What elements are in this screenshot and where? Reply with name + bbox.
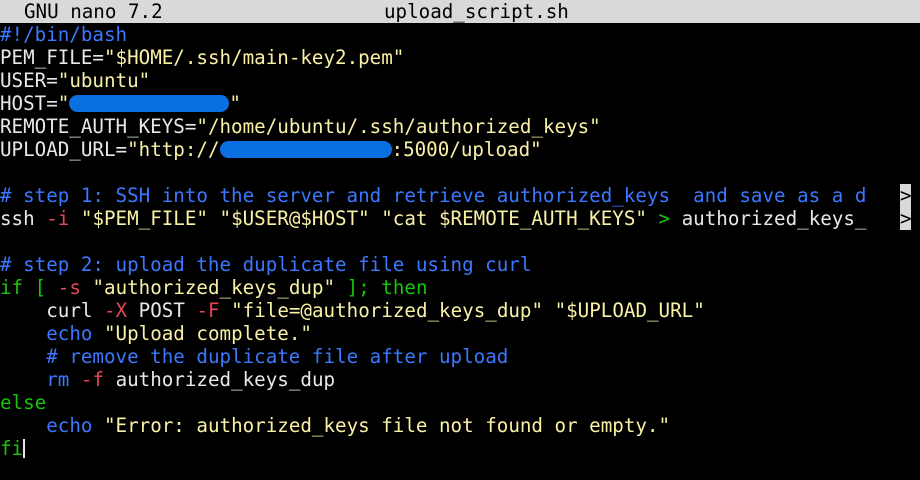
nano-title-bar: GNU nano 7.2 upload_script.sh	[0, 0, 920, 23]
code-line-12: if [ -s "authorized_keys_dup" ]; then	[0, 276, 920, 299]
text-cursor	[23, 439, 26, 458]
code-line-6: UPLOAD_URL="http:// :5000/upload"	[0, 138, 920, 161]
code-comment: # step 1: SSH into the server and retrie…	[0, 184, 867, 207]
code-line-18: echo "Error: authorized_keys file not fo…	[0, 414, 920, 437]
builtin-echo: echo	[46, 322, 93, 345]
command-args: "$PEM_FILE" "$USER@$HOST" "cat $REMOTE_A…	[80, 207, 647, 230]
editor-area[interactable]: #!/bin/bash PEM_FILE="$HOME/.ssh/main-ke…	[0, 23, 920, 480]
builtin-rm: rm	[46, 368, 70, 391]
code-line-13: curl -X POST -F "file=@authorized_keys_d…	[0, 299, 920, 322]
line-overflow-marker: >	[900, 207, 912, 230]
command: ssh	[0, 207, 35, 230]
code-line-4: HOST=" "	[0, 92, 920, 115]
string-value: :5000/upload"	[391, 138, 542, 161]
assign-op: =	[46, 92, 58, 115]
code-line-11: # step 2: upload the duplicate file usin…	[0, 253, 920, 276]
assign-op: =	[115, 138, 128, 161]
keyword-fi: fi	[0, 437, 24, 460]
var-name: UPLOAD_URL	[0, 138, 116, 161]
string-quote: "	[57, 92, 70, 115]
var-name: REMOTE_AUTH_KEYS	[0, 115, 185, 138]
assign-op: =	[184, 115, 197, 138]
code-line-2: PEM_FILE="$HOME/.ssh/main-key2.pem"	[0, 46, 920, 69]
bracket: [	[34, 276, 47, 299]
code-line-19: fi	[0, 437, 920, 460]
string-value: "Error: authorized_keys file not found o…	[104, 414, 671, 437]
command-args: "file=@authorized_keys_dup" "$UPLOAD_URL…	[231, 299, 705, 322]
keyword-if: if	[0, 276, 24, 299]
var-name: HOST	[0, 92, 47, 115]
line-overflow-marker: >	[900, 184, 912, 207]
code-line-17: else	[0, 391, 920, 414]
var-name: USER	[0, 69, 47, 92]
string-value: "Upload complete."	[104, 322, 312, 345]
string-value: "http://	[127, 138, 220, 161]
assign-op: =	[92, 46, 104, 69]
string-value: "ubuntu"	[57, 69, 151, 92]
keyword-else: else	[0, 391, 47, 414]
code-line-16: rm -f authorized_keys_dup	[0, 368, 920, 391]
redacted-url-host	[219, 141, 392, 158]
redacted-host	[69, 95, 230, 112]
string-value: "$HOME/.ssh/main-key2.pem"	[103, 46, 405, 69]
assign-op: =	[46, 69, 58, 92]
code-line-1: #!/bin/bash	[0, 23, 920, 46]
redirect-target: authorized_keys_	[681, 207, 867, 230]
app-name: GNU nano 7.2	[24, 0, 163, 23]
command-arg: authorized_keys_dup	[115, 368, 336, 391]
var-name: PEM_FILE	[0, 46, 93, 69]
bracket: ];	[346, 276, 370, 299]
option-flag: -F	[196, 299, 220, 322]
code-line-14: echo "Upload complete."	[0, 322, 920, 345]
option-flag: -X	[104, 299, 128, 322]
code-comment: # remove the duplicate file after upload	[46, 345, 509, 368]
code-comment: # step 2: upload the duplicate file usin…	[0, 253, 532, 276]
option-flag: -f	[80, 368, 104, 391]
code-line-3: USER="ubuntu"	[0, 69, 920, 92]
redirect-op: >	[658, 207, 671, 230]
keyword-then: then	[381, 276, 428, 299]
option-flag: -i	[46, 207, 70, 230]
code-line-5: REMOTE_AUTH_KEYS="/home/ubuntu/.ssh/auth…	[0, 115, 920, 138]
builtin-echo: echo	[46, 414, 93, 437]
option-flag: -s	[57, 276, 81, 299]
code-line-8: # step 1: SSH into the server and retrie…	[0, 184, 920, 207]
string-value: "authorized_keys_dup"	[92, 276, 336, 299]
code-line-9: ssh -i "$PEM_FILE" "$USER@$HOST" "cat $R…	[0, 207, 920, 230]
file-name: upload_script.sh	[384, 0, 569, 23]
code-line-15: # remove the duplicate file after upload	[0, 345, 920, 368]
string-quote: "	[229, 92, 241, 115]
http-method: POST	[138, 299, 185, 322]
shebang: #!/bin/bash	[0, 23, 128, 46]
string-value: "/home/ubuntu/.ssh/authorized_keys"	[196, 115, 601, 138]
command: curl	[46, 299, 93, 322]
